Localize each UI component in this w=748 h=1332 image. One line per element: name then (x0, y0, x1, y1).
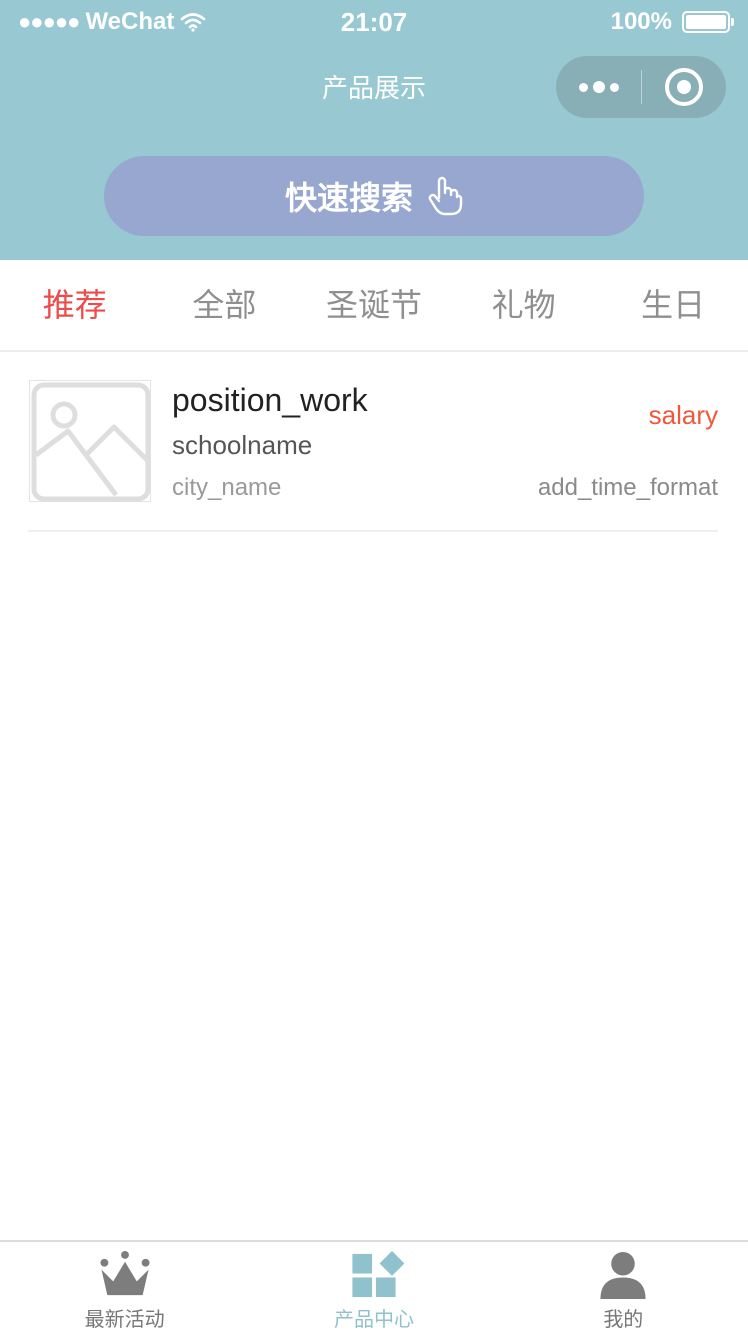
item-title: position_work (172, 382, 368, 418)
image-placeholder-icon (29, 380, 151, 502)
tabbar-item-activities[interactable]: 最新活动 (0, 1242, 249, 1332)
target-icon (665, 68, 703, 106)
pointing-hand-icon (428, 176, 463, 216)
item-subtitle: schoolname (172, 430, 313, 460)
crown-icon (100, 1250, 150, 1296)
quick-search-label: 快速搜索 (284, 180, 413, 216)
tab-gifts[interactable]: 礼物 (449, 260, 599, 350)
tabbar-item-products[interactable]: 产品中心 (249, 1242, 498, 1332)
tab-birthday[interactable]: 生日 (598, 260, 748, 350)
battery-icon (682, 11, 734, 33)
tab-christmas[interactable]: 圣诞节 (299, 260, 449, 350)
more-dot-icon (578, 82, 588, 92)
item-city: city_name (172, 474, 282, 501)
more-dot-icon (592, 81, 605, 93)
user-icon (600, 1251, 646, 1300)
tabbar-label: 我的 (603, 1309, 644, 1331)
tabbar-label: 产品中心 (333, 1309, 414, 1331)
product-list: position_work schoolname city_name salar… (0, 352, 748, 532)
item-salary: salary (648, 400, 718, 430)
item-time: add_time_format (537, 474, 718, 501)
tabbar-label: 最新活动 (84, 1309, 165, 1331)
battery-percentage: 100% (610, 8, 672, 35)
tabbar-item-profile[interactable]: 我的 (499, 1242, 748, 1332)
tab-all[interactable]: 全部 (150, 260, 300, 350)
more-options-button[interactable] (556, 56, 641, 118)
category-tabs: 推荐 全部 圣诞节 礼物 生日 (0, 260, 748, 352)
header: ●●●●● WeChat 21:07 100% 产品展示 快速搜索 (0, 0, 748, 260)
list-item[interactable]: position_work schoolname city_name salar… (28, 352, 718, 532)
more-dot-icon (609, 82, 619, 92)
close-mini-program-button[interactable] (642, 56, 726, 118)
mini-program-capsule (556, 56, 726, 118)
quick-search-button[interactable]: 快速搜索 (104, 156, 644, 236)
status-bar: ●●●●● WeChat 21:07 100% (0, 0, 748, 44)
bottom-tabbar: 最新活动 产品中心 我的 (0, 1240, 748, 1332)
tab-recommended[interactable]: 推荐 (0, 260, 150, 350)
status-right: 100% (611, 8, 734, 36)
product-grid-icon (352, 1250, 404, 1298)
